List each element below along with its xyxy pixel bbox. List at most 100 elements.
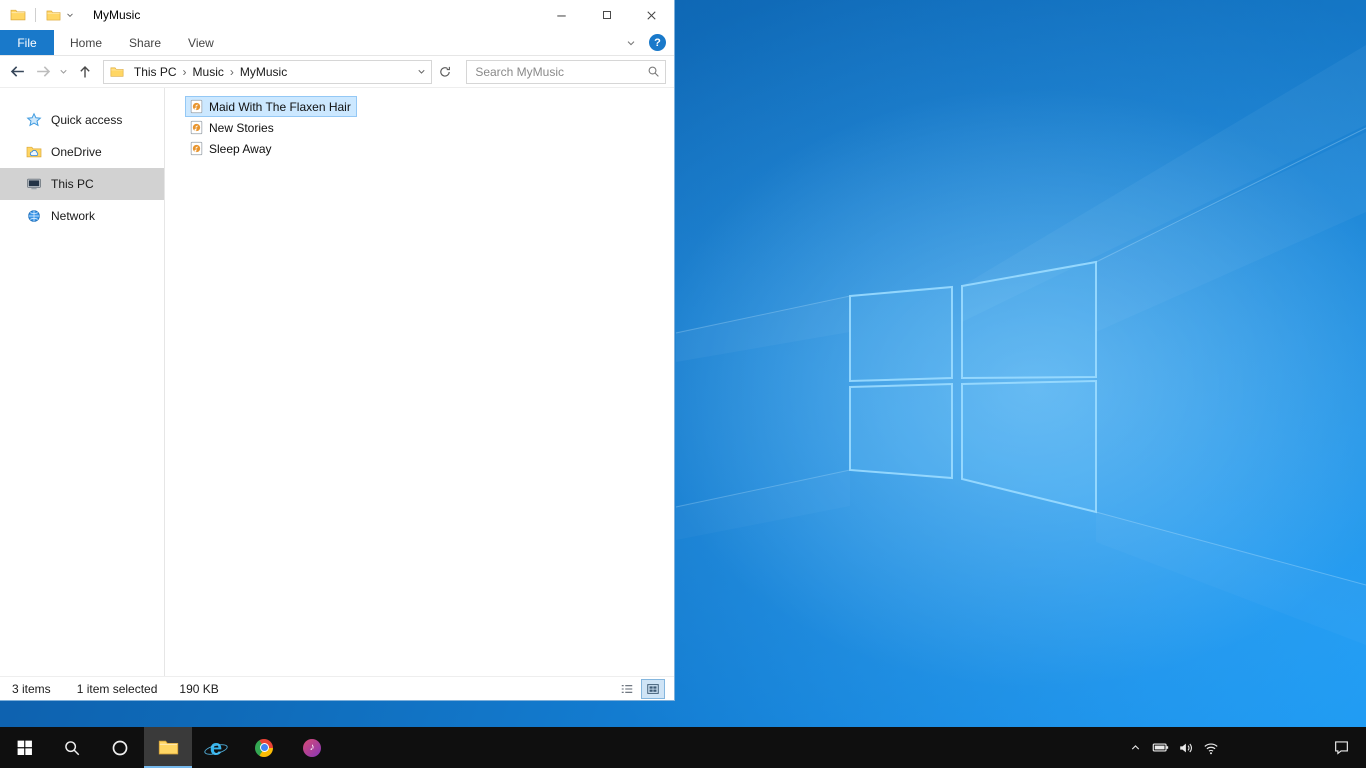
search-input[interactable] xyxy=(467,60,665,83)
refresh-button[interactable] xyxy=(432,60,458,84)
tab-view[interactable]: View xyxy=(177,30,225,55)
file-name: Sleep Away xyxy=(209,141,272,156)
file-explorer-window: MyMusic File Home Share View ? This PC ›… xyxy=(0,0,675,701)
up-button[interactable] xyxy=(71,59,99,85)
navigation-pane: Quick access OneDrive This PC Network xyxy=(0,88,165,676)
sidebar-item-label: OneDrive xyxy=(51,145,102,159)
minimize-icon xyxy=(554,8,569,23)
search-icon[interactable] xyxy=(647,65,660,78)
window-title: MyMusic xyxy=(93,8,141,22)
sidebar-item-label: This PC xyxy=(51,177,94,191)
taskbar-left: e ♪ xyxy=(0,727,336,768)
large-icons-view-button[interactable] xyxy=(641,678,665,699)
chevron-down-icon xyxy=(416,66,427,77)
details-view-icon xyxy=(620,682,634,696)
computer-icon xyxy=(26,176,42,192)
status-bar: 3 items 1 item selected 190 KB xyxy=(0,676,674,700)
close-button[interactable] xyxy=(629,0,674,30)
sidebar-item-onedrive[interactable]: OneDrive xyxy=(0,136,164,168)
tab-share[interactable]: Share xyxy=(118,30,172,55)
close-icon xyxy=(644,8,659,23)
start-button[interactable] xyxy=(0,727,48,768)
music-note-glyph: ♪ xyxy=(309,742,315,753)
customize-quick-access-button[interactable] xyxy=(65,10,75,20)
speaker-icon xyxy=(1178,740,1194,756)
address-bar[interactable]: This PC › Music › MyMusic xyxy=(102,59,433,84)
quick-access-properties-button[interactable] xyxy=(43,4,63,26)
minimize-button[interactable] xyxy=(539,0,584,30)
cortana-button[interactable] xyxy=(96,727,144,768)
sidebar-item-label: Quick access xyxy=(51,113,123,127)
titlebar: MyMusic xyxy=(0,0,674,30)
ribbon-right-controls: ? xyxy=(625,30,674,55)
desktop: MyMusic File Home Share View ? This PC ›… xyxy=(0,0,1366,768)
recent-locations-button[interactable] xyxy=(56,59,71,85)
chevron-down-icon xyxy=(625,37,637,49)
taskbar-itunes-button[interactable]: ♪ xyxy=(288,727,336,768)
forward-button[interactable] xyxy=(32,59,56,85)
details-view-button[interactable] xyxy=(616,680,638,698)
maximize-button[interactable] xyxy=(584,0,629,30)
navigation-toolbar: This PC › Music › MyMusic xyxy=(0,56,674,88)
battery-status-button[interactable] xyxy=(1148,727,1173,768)
selection-size: 190 KB xyxy=(179,681,219,696)
sidebar-item-this-pc[interactable]: This PC xyxy=(0,168,164,200)
file-name: Maid With The Flaxen Hair xyxy=(209,99,351,114)
tab-file[interactable]: File xyxy=(0,30,54,55)
tab-home[interactable]: Home xyxy=(59,30,113,55)
internet-explorer-icon: e xyxy=(203,735,229,761)
address-dropdown-button[interactable] xyxy=(411,66,431,77)
items-count: 3 items xyxy=(12,681,51,696)
expand-ribbon-button[interactable] xyxy=(625,37,637,49)
window-body: Quick access OneDrive This PC Network Ma… xyxy=(0,88,674,676)
maximize-icon xyxy=(600,8,614,22)
file-name: New Stories xyxy=(209,120,274,135)
network-status-button[interactable] xyxy=(1198,727,1223,768)
help-button[interactable]: ? xyxy=(649,34,666,51)
ie-orbit-ring xyxy=(203,741,229,757)
sidebar-item-network[interactable]: Network xyxy=(0,200,164,232)
battery-icon xyxy=(1152,739,1169,756)
address-folder-icon xyxy=(110,65,124,79)
quick-access-star-icon xyxy=(26,112,42,128)
windows-logo-icon xyxy=(16,739,33,756)
music-file-icon xyxy=(189,99,204,114)
action-center-bubble-icon xyxy=(1333,739,1350,756)
action-center-button[interactable] xyxy=(1329,727,1354,768)
refresh-icon xyxy=(438,65,452,79)
volume-button[interactable] xyxy=(1173,727,1198,768)
back-button[interactable] xyxy=(4,59,32,85)
taskbar-search-button[interactable] xyxy=(48,727,96,768)
folder-icon xyxy=(46,8,61,23)
search-box xyxy=(466,59,666,84)
file-list: Maid With The Flaxen Hair New Stories Sl… xyxy=(165,88,674,676)
taskbar-file-explorer-button[interactable] xyxy=(144,727,192,768)
system-tray xyxy=(1123,727,1366,768)
sidebar-item-label: Network xyxy=(51,209,96,223)
file-item-new-stories[interactable]: New Stories xyxy=(185,117,280,138)
file-item-maid-with-the-flaxen-hair[interactable]: Maid With The Flaxen Hair xyxy=(185,96,357,117)
large-icons-view-icon xyxy=(646,682,660,696)
file-explorer-icon xyxy=(158,737,179,758)
music-file-icon xyxy=(189,120,204,135)
chevron-up-icon xyxy=(1129,741,1142,754)
folder-icon xyxy=(10,7,26,23)
window-folder-icon[interactable] xyxy=(8,4,28,26)
view-toggles xyxy=(616,678,674,699)
taskbar-chrome-button[interactable] xyxy=(240,727,288,768)
onedrive-folder-icon xyxy=(26,144,42,160)
sidebar-item-quick-access[interactable]: Quick access xyxy=(0,104,164,136)
chevron-down-icon xyxy=(58,66,69,77)
window-controls xyxy=(539,0,674,30)
cortana-circle-icon xyxy=(111,739,129,757)
arrow-right-icon xyxy=(35,63,52,80)
itunes-icon: ♪ xyxy=(303,738,321,757)
breadcrumb-this-pc[interactable]: This PC xyxy=(129,65,182,79)
show-hidden-icons-button[interactable] xyxy=(1123,727,1148,768)
selection-count: 1 item selected xyxy=(76,681,158,696)
breadcrumb-music[interactable]: Music xyxy=(188,65,229,79)
file-item-sleep-away[interactable]: Sleep Away xyxy=(185,138,278,159)
breadcrumb-mymusic[interactable]: MyMusic xyxy=(235,65,292,79)
chevron-down-icon xyxy=(65,10,75,20)
taskbar-internet-explorer-button[interactable]: e xyxy=(192,727,240,768)
